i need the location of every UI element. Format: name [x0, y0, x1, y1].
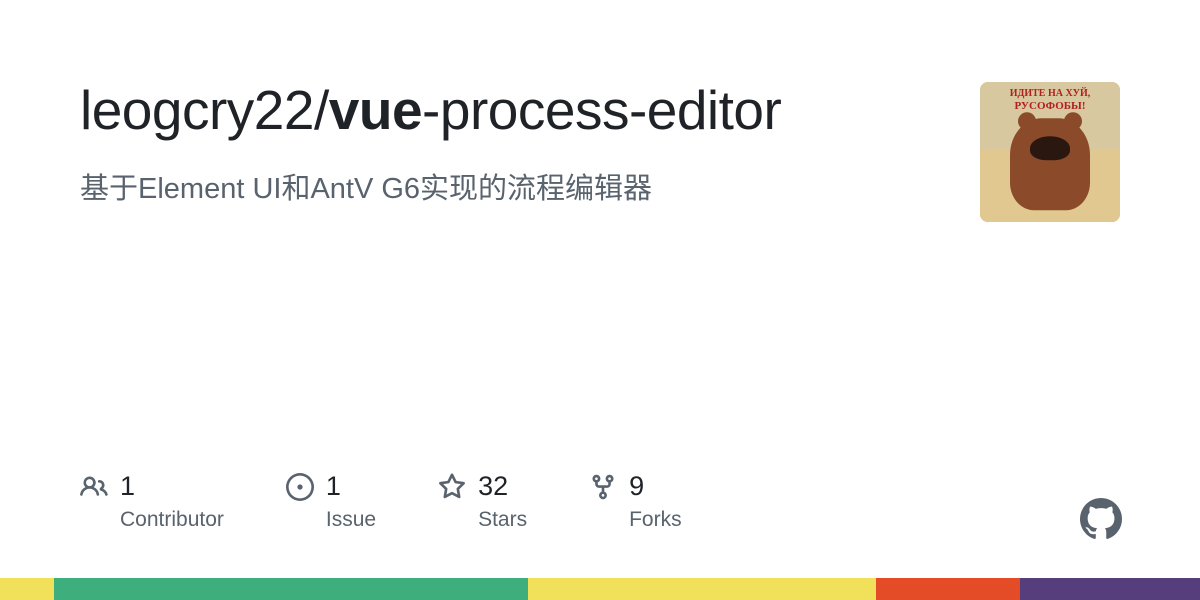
stat-count: 1: [326, 471, 341, 502]
stat-issues[interactable]: 1 Issue: [286, 471, 376, 532]
stat-count: 9: [629, 471, 644, 502]
language-segment: [1020, 578, 1200, 600]
repo-name-rest[interactable]: -process-editor: [422, 79, 781, 141]
people-icon: [80, 473, 108, 501]
repo-title: leogcry22/vue-process-editor: [80, 78, 900, 143]
language-segment: [528, 578, 876, 600]
stat-label: Contributor: [120, 508, 224, 532]
stat-count: 1: [120, 471, 135, 502]
repo-owner[interactable]: leogcry22: [80, 79, 314, 141]
avatar-text-line2: РУСОФОБЫ!: [980, 100, 1120, 112]
avatar-text-line1: ИДИТЕ НА ХУЙ,: [980, 88, 1120, 99]
github-logo-icon[interactable]: [1080, 498, 1122, 540]
stat-label: Forks: [629, 508, 682, 532]
stat-stars[interactable]: 32 Stars: [438, 471, 527, 532]
star-icon: [438, 473, 466, 501]
language-segment: [54, 578, 528, 600]
repo-stats: 1 Contributor 1 Issue 32 Stars 9 Forks: [80, 471, 682, 532]
language-color-bar: [0, 578, 1200, 600]
stat-label: Issue: [326, 508, 376, 532]
issue-icon: [286, 473, 314, 501]
repo-name-bold[interactable]: vue: [329, 79, 422, 141]
avatar[interactable]: ИДИТЕ НА ХУЙ, РУСОФОБЫ!: [980, 82, 1120, 222]
stat-forks[interactable]: 9 Forks: [589, 471, 682, 532]
stat-count: 32: [478, 471, 508, 502]
repo-description: 基于Element UI和AntV G6实现的流程编辑器: [80, 169, 900, 210]
language-segment: [0, 578, 54, 600]
stat-label: Stars: [478, 508, 527, 532]
repo-slash: /: [314, 79, 329, 141]
fork-icon: [589, 473, 617, 501]
stat-contributors[interactable]: 1 Contributor: [80, 471, 224, 532]
language-segment: [876, 578, 1020, 600]
